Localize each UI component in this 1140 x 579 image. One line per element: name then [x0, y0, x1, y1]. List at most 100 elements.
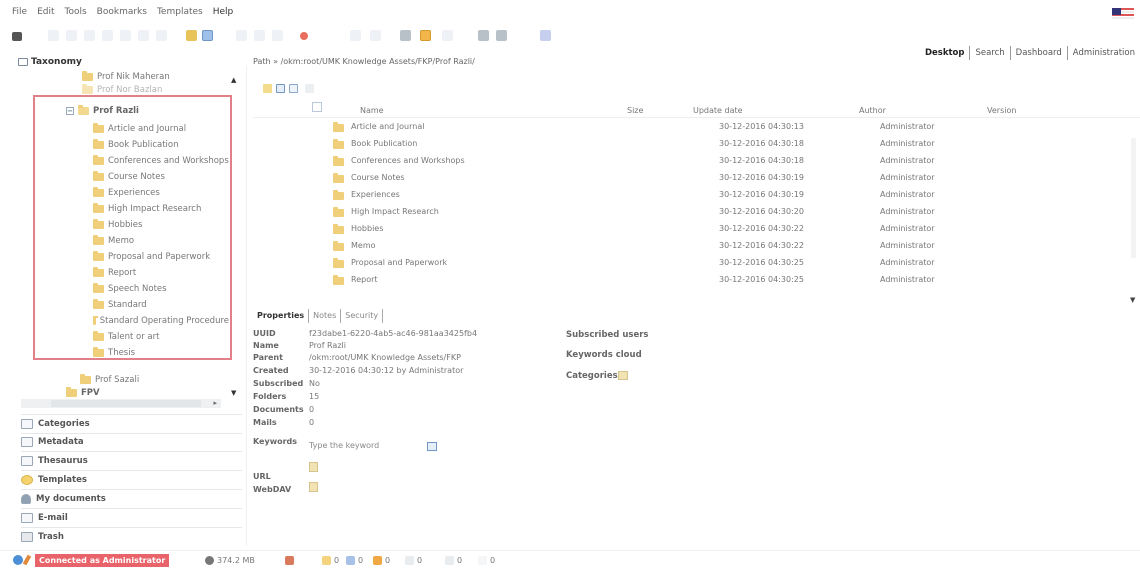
table-row[interactable]: Memo 30-12-2016 04:30:22 Administrator: [253, 238, 1123, 255]
subscription-count[interactable]: 0: [373, 556, 390, 565]
workflow-count[interactable]: 0: [445, 556, 462, 565]
find-folder-icon[interactable]: [66, 30, 77, 41]
tree-child[interactable]: Standard Operating Procedure: [93, 316, 229, 326]
scroll-down-icon[interactable]: ▼: [1130, 296, 1135, 304]
news-count[interactable]: 0: [405, 556, 422, 565]
print-icon[interactable]: [12, 32, 22, 41]
tree-child[interactable]: Article and Journal: [93, 123, 186, 134]
table-row[interactable]: Experiences 30-12-2016 04:30:19 Administra…: [253, 187, 1123, 204]
tree-child[interactable]: Talent or art: [93, 331, 159, 342]
table-row[interactable]: Book Publication 30-12-2016 04:30:18 Admin…: [253, 136, 1123, 153]
menu-templates[interactable]: Templates: [157, 7, 203, 17]
column-size[interactable]: Size: [627, 106, 643, 115]
new-folder-icon[interactable]: [263, 84, 272, 93]
tab-notes[interactable]: Notes: [309, 309, 342, 323]
message-count[interactable]: 0: [478, 556, 495, 565]
accordion-my-documents[interactable]: My documents: [21, 494, 106, 504]
table-row[interactable]: Conferences and Workshops 30-12-2016 04:3…: [253, 153, 1123, 170]
accordion-templates[interactable]: Templates: [21, 475, 87, 485]
tab-search[interactable]: Search: [970, 48, 1009, 58]
accordion-metadata[interactable]: Metadata: [21, 437, 84, 447]
lock-icon[interactable]: [120, 30, 131, 41]
table-row[interactable]: Hobbies 30-12-2016 04:30:22 Administrator: [253, 221, 1123, 238]
add-property-icon[interactable]: [350, 30, 361, 41]
tree-item[interactable]: Prof Nik Maheran: [82, 71, 170, 82]
tree-item[interactable]: Prof Sazali: [80, 374, 139, 385]
tree-child[interactable]: Course Notes: [93, 171, 165, 182]
accordion-email[interactable]: E-mail: [21, 513, 68, 523]
remove-subscription-icon[interactable]: [442, 30, 453, 41]
language-flag-icon[interactable]: [1112, 8, 1134, 20]
keyword-input[interactable]: Type the keyword: [309, 441, 379, 450]
find-document-icon[interactable]: [84, 30, 95, 41]
accordion-trash[interactable]: Trash: [21, 532, 64, 542]
unlock-icon[interactable]: [138, 30, 149, 41]
tree-item-selected[interactable]: − Prof Razli: [66, 105, 139, 116]
menu-bookmarks[interactable]: Bookmarks: [97, 7, 147, 17]
remove-property-icon[interactable]: [370, 30, 381, 41]
tree-child[interactable]: Speech Notes: [93, 283, 167, 294]
column-author[interactable]: Author: [859, 106, 886, 115]
menu-help[interactable]: Help: [213, 7, 234, 17]
tree-item[interactable]: FPV: [66, 387, 100, 398]
table-row[interactable]: Proposal and Paperwork 30-12-2016 04:30:2…: [253, 255, 1123, 272]
tree-child[interactable]: Thesis: [93, 347, 135, 358]
add-mail-icon[interactable]: [202, 30, 213, 41]
tree-child[interactable]: Experiences: [93, 187, 160, 198]
tree-child[interactable]: Conferences and Workshops: [93, 155, 229, 166]
tree-child[interactable]: Proposal and Paperwork: [93, 251, 210, 262]
panel-splitter[interactable]: [246, 66, 247, 546]
cancel-checkout-icon[interactable]: [272, 30, 283, 41]
tab-administration[interactable]: Administration: [1068, 48, 1140, 58]
add-category-icon[interactable]: [618, 371, 628, 380]
locked-count[interactable]: 0: [322, 556, 339, 565]
tree-child[interactable]: Memo: [93, 235, 134, 246]
similar-document-icon[interactable]: [102, 30, 113, 41]
scroll-right-icon[interactable]: ▸: [213, 399, 217, 407]
accordion-categories[interactable]: Categories: [21, 419, 90, 429]
add-keyword-icon[interactable]: [427, 442, 437, 451]
grid-vertical-scrollbar[interactable]: ▼: [1128, 118, 1138, 304]
delete-icon[interactable]: [300, 32, 308, 40]
checkout-count[interactable]: 0: [346, 556, 363, 565]
tree-child[interactable]: Standard: [93, 299, 147, 310]
tab-properties[interactable]: Properties: [253, 309, 310, 323]
tab-security[interactable]: Security: [341, 309, 384, 323]
start-workflow-icon[interactable]: [400, 30, 411, 41]
tree-scroll-down-icon[interactable]: ▼: [231, 389, 236, 397]
filter-icon[interactable]: [305, 84, 314, 93]
select-all-checkbox[interactable]: [312, 102, 322, 112]
menu-tools[interactable]: Tools: [65, 7, 87, 17]
tree-scroll-up-icon[interactable]: ▲: [231, 76, 236, 84]
tree-horizontal-scrollbar[interactable]: ▸: [21, 399, 221, 408]
checkout-icon[interactable]: [236, 30, 247, 41]
tree-child[interactable]: Book Publication: [93, 139, 179, 150]
home-icon[interactable]: [496, 30, 507, 41]
table-row[interactable]: Course Notes 30-12-2016 04:30:19 Administr…: [253, 170, 1123, 187]
collapse-icon[interactable]: −: [66, 107, 74, 115]
table-row[interactable]: Report 30-12-2016 04:30:25 Administrator: [253, 272, 1123, 289]
webdav-copy-icon[interactable]: [309, 482, 318, 492]
scanner-icon[interactable]: [540, 30, 551, 41]
table-row[interactable]: High Impact Research 30-12-2016 04:30:20 A…: [253, 204, 1123, 221]
add-document-icon[interactable]: [156, 30, 167, 41]
table-row[interactable]: Article and Journal 30-12-2016 04:30:13 Ad…: [253, 119, 1123, 136]
column-name[interactable]: Name: [360, 106, 384, 115]
tab-desktop[interactable]: Desktop: [920, 48, 970, 58]
add-subscription-icon[interactable]: [420, 30, 431, 41]
refresh-icon[interactable]: [478, 30, 489, 41]
menu-edit[interactable]: Edit: [37, 7, 54, 17]
tree-child[interactable]: High Impact Research: [93, 203, 201, 214]
url-copy-icon[interactable]: [309, 462, 318, 472]
tree-child[interactable]: Hobbies: [93, 219, 142, 230]
add-folder-icon[interactable]: [186, 30, 197, 41]
tab-dashboard[interactable]: Dashboard: [1011, 48, 1067, 58]
tree-item[interactable]: Prof Nor Bazlan: [82, 84, 162, 95]
tree-child[interactable]: Report: [93, 267, 136, 278]
checkin-icon[interactable]: [254, 30, 265, 41]
new-mail-icon[interactable]: [289, 84, 298, 93]
scrollbar-thumb[interactable]: [51, 400, 201, 407]
create-folder-icon[interactable]: [48, 30, 59, 41]
column-update-date[interactable]: Update date: [693, 106, 743, 115]
taxonomy-header[interactable]: Taxonomy: [18, 57, 82, 67]
